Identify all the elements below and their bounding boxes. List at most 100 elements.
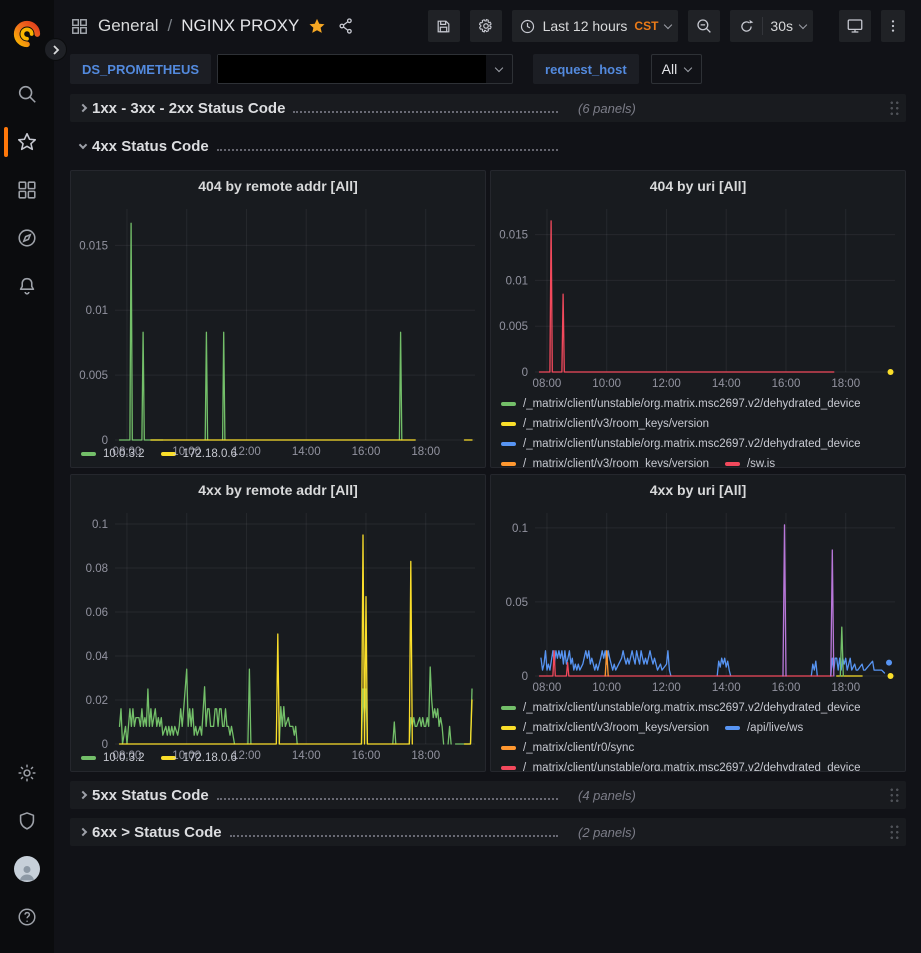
svg-text:12:00: 12:00 xyxy=(652,682,681,694)
chart-legend: /_matrix/client/unstable/org.matrix.msc2… xyxy=(491,393,905,468)
dotted-leader xyxy=(293,111,558,113)
svg-text:16:00: 16:00 xyxy=(772,378,801,390)
sidebar-item-dashboards[interactable] xyxy=(0,168,54,212)
kebab-menu-button[interactable] xyxy=(881,10,905,42)
row-drag-handle[interactable] xyxy=(889,100,900,116)
time-range-picker[interactable]: Last 12 hours CST xyxy=(512,10,679,42)
row-drag-handle[interactable] xyxy=(889,824,900,840)
svg-text:0: 0 xyxy=(102,435,108,447)
svg-text:0.06: 0.06 xyxy=(86,607,108,619)
legend-item[interactable]: /api/live/ws xyxy=(725,719,803,737)
breadcrumb-folder[interactable]: General xyxy=(98,16,158,36)
variable-ds-prometheus-label[interactable]: DS_PROMETHEUS xyxy=(70,54,211,84)
svg-text:0.08: 0.08 xyxy=(86,563,108,575)
legend-item[interactable]: /_matrix/client/v3/room_keys/version xyxy=(501,719,709,737)
dashboard-variables-row: DS_PROMETHEUS request_host All xyxy=(54,52,921,92)
svg-text:0.05: 0.05 xyxy=(506,597,528,609)
row-panel-count: (4 panels) xyxy=(578,788,636,803)
row-header-4xx[interactable]: 4xx Status Code xyxy=(70,132,906,160)
sidebar-item-starred[interactable] xyxy=(0,120,54,164)
share-icon[interactable] xyxy=(337,17,355,35)
legend-item[interactable]: /_matrix/client/unstable/org.matrix.msc2… xyxy=(501,395,861,413)
chart-legend: /_matrix/client/unstable/org.matrix.msc2… xyxy=(491,697,905,772)
svg-text:0: 0 xyxy=(102,739,108,751)
legend-swatch xyxy=(501,746,516,750)
svg-text:14:00: 14:00 xyxy=(712,378,741,390)
legend-item[interactable]: /_matrix/client/unstable/org.matrix.msc2… xyxy=(501,759,861,772)
toolbar: Last 12 hours CST 30s xyxy=(428,10,905,42)
svg-text:08:00: 08:00 xyxy=(113,750,142,762)
legend-item[interactable]: /_matrix/client/r0/sync xyxy=(501,739,634,757)
svg-text:0.04: 0.04 xyxy=(86,651,109,663)
tv-mode-button[interactable] xyxy=(839,10,871,42)
svg-text:08:00: 08:00 xyxy=(533,378,562,390)
svg-text:10:00: 10:00 xyxy=(592,682,621,694)
row-header-6xx[interactable]: 6xx > Status Code (2 panels) xyxy=(70,818,906,846)
variable-ds-prometheus-select[interactable] xyxy=(217,54,513,84)
favorite-star-icon[interactable] xyxy=(308,17,326,35)
svg-text:18:00: 18:00 xyxy=(411,446,440,458)
sidebar-item-profile[interactable] xyxy=(0,847,54,891)
svg-text:14:00: 14:00 xyxy=(292,446,321,458)
chevron-right-icon xyxy=(79,104,87,112)
dashboards-grid-icon xyxy=(16,179,38,201)
panel-title[interactable]: 404 by remote addr [All] xyxy=(71,171,485,201)
variable-request-host-select[interactable]: All xyxy=(651,54,703,84)
avatar xyxy=(14,856,40,882)
sidebar-item-help[interactable] xyxy=(0,895,54,939)
timeseries-chart[interactable]: 08:0010:0012:0014:0016:0018:0000.0050.01… xyxy=(71,201,485,443)
legend-item[interactable]: /_matrix/client/v3/room_keys/version xyxy=(501,415,709,433)
grafana-logo-icon xyxy=(12,19,42,49)
sidebar-item-search[interactable] xyxy=(0,72,54,116)
dashboard-title[interactable]: NGINX PROXY xyxy=(181,16,299,36)
chevron-down-icon xyxy=(79,140,87,148)
panel-4xx-by-uri: 4xx by uri [All] 08:0010:0012:0014:0016:… xyxy=(490,474,906,772)
svg-text:08:00: 08:00 xyxy=(533,682,562,694)
timeseries-chart[interactable]: 08:0010:0012:0014:0016:0018:0000.020.040… xyxy=(71,505,485,747)
dashboard-settings-button[interactable] xyxy=(470,10,502,42)
legend-item[interactable]: /_matrix/client/unstable/org.matrix.msc2… xyxy=(501,435,861,453)
legend-swatch xyxy=(501,442,516,446)
zoom-out-button[interactable] xyxy=(688,10,720,42)
row-header-1xx-3xx-2xx[interactable]: 1xx - 3xx - 2xx Status Code (6 panels) xyxy=(70,94,906,122)
legend-swatch xyxy=(501,402,516,406)
svg-text:16:00: 16:00 xyxy=(352,446,381,458)
zoom-out-icon xyxy=(695,17,713,35)
svg-text:0.015: 0.015 xyxy=(499,230,528,242)
svg-text:0.015: 0.015 xyxy=(79,240,108,252)
legend-item[interactable]: /sw.js xyxy=(725,455,775,468)
legend-swatch xyxy=(725,462,740,466)
row-drag-handle[interactable] xyxy=(889,787,900,803)
legend-item[interactable]: /_matrix/client/unstable/org.matrix.msc2… xyxy=(501,699,861,717)
expand-sidebar-button[interactable] xyxy=(44,38,67,61)
variable-request-host-label[interactable]: request_host xyxy=(533,54,639,84)
chevron-down-icon xyxy=(684,63,692,71)
sidebar-item-configuration[interactable] xyxy=(0,751,54,795)
panel-grid: 404 by remote addr [All] 08:0010:0012:00… xyxy=(70,170,906,772)
legend-swatch xyxy=(725,726,740,730)
search-icon xyxy=(16,83,38,105)
redacted-variable-value xyxy=(218,55,486,83)
panel-title[interactable]: 404 by uri [All] xyxy=(491,171,905,201)
refresh-button[interactable] xyxy=(730,10,762,42)
svg-text:0: 0 xyxy=(522,671,528,683)
panel-title[interactable]: 4xx by remote addr [All] xyxy=(71,475,485,505)
timeseries-chart[interactable]: 08:0010:0012:0014:0016:0018:0000.0050.01… xyxy=(491,201,905,393)
explore-compass-icon xyxy=(16,227,38,249)
dotted-leader xyxy=(217,798,558,800)
refresh-interval-dropdown[interactable]: 30s xyxy=(763,10,813,42)
svg-text:14:00: 14:00 xyxy=(712,682,741,694)
svg-text:0.02: 0.02 xyxy=(86,695,108,707)
legend-label: /_matrix/client/v3/room_keys/version xyxy=(523,722,709,734)
sidebar-item-alerting[interactable] xyxy=(0,264,54,308)
row-header-5xx[interactable]: 5xx Status Code (4 panels) xyxy=(70,781,906,809)
dotted-leader xyxy=(217,149,558,151)
timeseries-chart[interactable]: 08:0010:0012:0014:0016:0018:0000.050.1 xyxy=(491,505,905,697)
svg-text:0.01: 0.01 xyxy=(506,275,528,287)
sidebar-item-explore[interactable] xyxy=(0,216,54,260)
sidebar-item-server-admin[interactable] xyxy=(0,799,54,843)
legend-swatch xyxy=(501,462,516,466)
save-dashboard-button[interactable] xyxy=(428,10,460,42)
legend-item[interactable]: /_matrix/client/v3/room_keys/version xyxy=(501,455,709,468)
panel-title[interactable]: 4xx by uri [All] xyxy=(491,475,905,505)
